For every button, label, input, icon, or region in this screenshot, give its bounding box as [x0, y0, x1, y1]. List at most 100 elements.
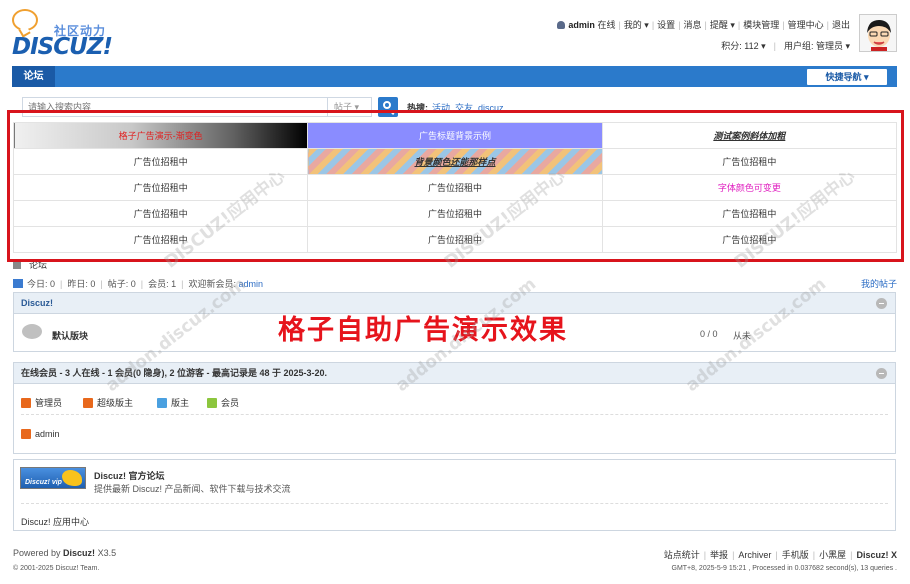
usergroup-link[interactable]: 用户组: 管理员 ▾	[784, 41, 850, 51]
group-label: 管理员	[35, 398, 63, 408]
user-icon	[557, 21, 566, 29]
logo-en-text: DISCUZ!	[12, 34, 113, 60]
module-manage-link[interactable]: 模块管理	[743, 20, 779, 30]
stat-yesterday: 昨日: 0	[67, 279, 96, 289]
logo-bubble-icon	[12, 9, 38, 31]
ad-cell[interactable]: 字体颜色可变更	[601, 174, 898, 201]
stat-posts: 帖子: 0	[107, 279, 136, 289]
nav-tab-forum[interactable]: 论坛	[12, 66, 55, 87]
ad-cell[interactable]: 测试案例斜体加粗	[601, 122, 898, 149]
footer-link-blackroom[interactable]: 小黑屋	[819, 550, 846, 560]
partner-name-link[interactable]: Discuz! 官方论坛	[94, 469, 165, 482]
breadcrumb: 论坛	[13, 258, 47, 271]
online-header: 在线会员 - 3 人在线 - 1 会员(0 隐身), 2 位游客 - 最高记录是…	[14, 363, 895, 384]
ad-row: 广告位招租中 广告位招租中 字体颜色可变更	[12, 174, 898, 201]
hot-search-label: 热搜:	[407, 103, 428, 113]
group-mod: 版主	[157, 396, 189, 409]
group-super-mod: 超级版主	[83, 396, 133, 409]
ad-cell[interactable]: 广告位招租中	[307, 200, 603, 227]
stat-members: 会员: 1	[148, 279, 177, 289]
logout-link[interactable]: 退出	[832, 20, 850, 30]
site-logo[interactable]: 社区动力 DISCUZ!	[12, 9, 113, 60]
username-link[interactable]: admin	[568, 20, 595, 30]
search-icon	[383, 101, 391, 109]
partner-desc: 提供最新 Discuz! 产品新闻、软件下载与技术交流	[94, 484, 291, 494]
ad-cell[interactable]: 背景颜色还能那样点	[307, 148, 603, 175]
breadcrumb-forum[interactable]: 论坛	[29, 260, 47, 270]
collapse-icon[interactable]	[876, 368, 887, 379]
footer-brand[interactable]: Discuz! X	[856, 550, 897, 560]
credits-link[interactable]: 积分: 112 ▾	[721, 41, 765, 51]
online-user[interactable]: admin	[21, 429, 60, 439]
ad-cell[interactable]: 格子广告演示-渐变色	[12, 122, 309, 149]
ad-row: 广告位招租中 广告位招租中 广告位招租中	[12, 226, 898, 253]
footer-link-archiver[interactable]: Archiver	[738, 550, 771, 560]
footer-link-report[interactable]: 举报	[710, 550, 728, 560]
vip-badge-icon	[62, 470, 82, 486]
partner-logo-text: Discuz! vip	[25, 479, 62, 486]
online-summary[interactable]: 在线会员 - 3 人在线 - 1 会员(0 隐身), 2 位游客 - 最高记录是…	[21, 368, 327, 378]
my-menu-link[interactable]: 我的 ▾	[624, 20, 649, 30]
ad-cell[interactable]: 广告位招租中	[601, 148, 898, 175]
divider	[21, 503, 888, 504]
collapse-icon[interactable]	[876, 298, 887, 309]
version: X3.5	[97, 548, 117, 558]
ad-cell[interactable]: 广告位招租中	[12, 174, 309, 201]
ad-cell[interactable]: 广告位招租中	[601, 200, 898, 227]
forum-bubble-icon	[22, 324, 42, 339]
ad-row: 格子广告演示-渐变色 广告标题背景示例 测试案例斜体加粗	[12, 122, 898, 149]
ad-cell[interactable]: 广告位招租中	[307, 226, 603, 253]
search-button[interactable]	[378, 97, 398, 117]
app-center-link[interactable]: Discuz! 应用中心	[21, 515, 89, 528]
group-member: 会员	[207, 396, 239, 409]
powered-name-link[interactable]: Discuz!	[63, 548, 95, 558]
ad-cell[interactable]: 广告标题背景示例	[307, 122, 603, 149]
group-admin: 管理员	[21, 396, 62, 409]
hot-keyword[interactable]: 交友	[455, 103, 473, 113]
group-label: 会员	[221, 398, 240, 408]
powered-prefix: Powered by	[13, 548, 61, 558]
search-input[interactable]	[23, 98, 328, 116]
messages-link[interactable]: 消息	[684, 20, 702, 30]
partner-logo[interactable]: Discuz! vip	[20, 467, 86, 489]
online-status: 在线	[597, 20, 616, 30]
member-group-icon	[207, 398, 217, 408]
admin-group-icon	[21, 398, 31, 408]
main-navbar: 论坛 快捷导航 ▾	[12, 66, 897, 87]
forum-name-link[interactable]: 默认版块	[52, 329, 88, 342]
partner-box: Discuz! vip Discuz! 官方论坛 提供最新 Discuz! 产品…	[13, 459, 896, 531]
ad-cell[interactable]: 广告位招租中	[12, 200, 309, 227]
super-mod-group-icon	[83, 398, 93, 408]
footer-link-mobile[interactable]: 手机版	[782, 550, 809, 560]
footer-info: GMT+8, 2025-5-9 15:21 , Processed in 0.0…	[671, 565, 898, 572]
settings-link[interactable]: 设置	[657, 20, 675, 30]
admin-user-icon	[21, 429, 31, 439]
my-posts-link[interactable]: 我的帖子	[861, 277, 897, 290]
stat-today: 今日: 0	[27, 279, 56, 289]
ad-cell[interactable]: 广告位招租中	[601, 226, 898, 253]
home-icon[interactable]	[13, 262, 21, 269]
ad-cell[interactable]: 广告位招租中	[307, 174, 603, 201]
mod-group-icon	[157, 398, 167, 408]
ad-cell[interactable]: 广告位招租中	[12, 226, 309, 253]
footer-links: 站点统计 | 举报 | Archiver | 手机版 | 小黑屋 | Discuz! X	[663, 550, 897, 560]
admin-center-link[interactable]: 管理中心	[788, 20, 824, 30]
avatar[interactable]	[859, 14, 897, 52]
quick-nav-button[interactable]: 快捷导航 ▾	[807, 69, 887, 85]
hot-search: 热搜: 活动 交友 discuz	[407, 101, 509, 114]
online-user-list: admin	[21, 415, 888, 455]
search-type-select[interactable]: 帖子 ▾	[327, 98, 371, 116]
hot-keyword[interactable]: 活动	[432, 103, 450, 113]
notifications-link[interactable]: 提醒 ▾	[710, 20, 735, 30]
ad-cell[interactable]: 广告位招租中	[12, 148, 309, 175]
online-user-name[interactable]: admin	[35, 429, 60, 439]
hot-keyword[interactable]: discuz	[478, 103, 504, 113]
copyright: © 2001-2025 Discuz! Team.	[13, 565, 100, 572]
user-subnav: 积分: 112 ▾ | 用户组: 管理员 ▾	[721, 41, 850, 51]
stats-chart-icon	[13, 279, 23, 288]
newest-member-link[interactable]: admin	[238, 279, 263, 289]
ad-row: 广告位招租中 广告位招租中 广告位招租中	[12, 200, 898, 227]
ad-row: 广告位招租中 背景颜色还能那样点 广告位招租中	[12, 148, 898, 175]
category-title[interactable]: Discuz!	[21, 298, 53, 308]
footer-link-stats[interactable]: 站点统计	[664, 550, 700, 560]
